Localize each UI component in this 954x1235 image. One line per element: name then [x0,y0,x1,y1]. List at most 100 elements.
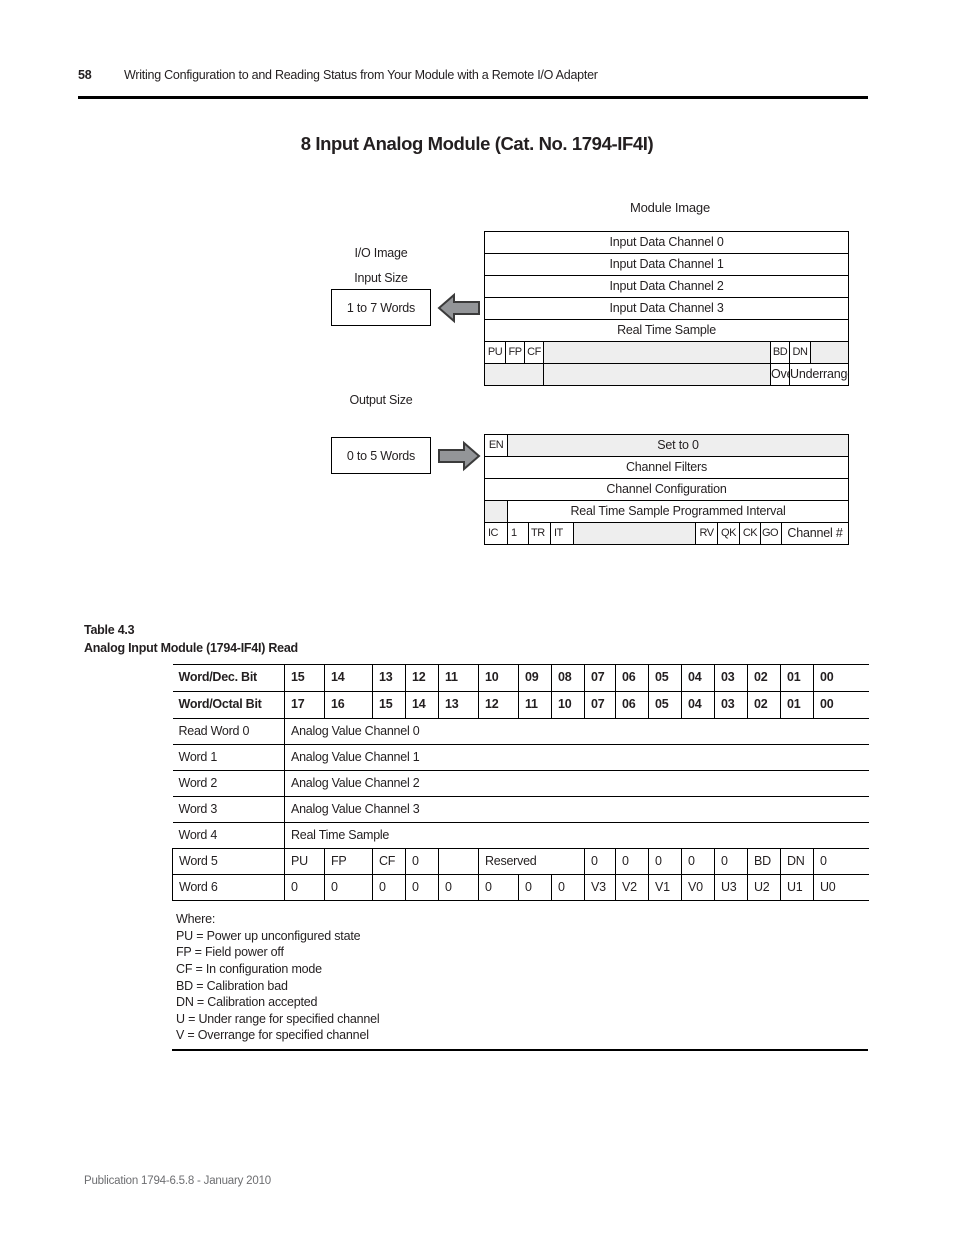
word6-cell: 0 [405,874,439,901]
table-header-dec-row: Word/Dec. Bit 15 14 13 12 11 10 09 08 07… [172,664,869,692]
table-caption-line1: Table 4.3 [84,623,135,637]
output-bit-reserved [573,522,696,545]
table-row: Word 4 Real Time Sample [172,822,869,849]
header-divider [78,96,868,99]
output-bit-one: 1 [507,522,529,545]
output-rts-interval: Real Time Sample Programmed Interval [506,500,850,523]
word6-cell: 0 [518,874,552,901]
header-octal-bit: 11 [518,691,552,719]
header-dec-bit: 10 [478,664,519,692]
word6-cell: U1 [780,874,814,901]
table-row: Channel Configuration [483,478,850,501]
table-row-word5: Word 5 PU FP CF 0 Reserved 0 0 0 0 0 BD … [172,848,869,875]
table-row: Input Data Channel 0 [483,231,850,254]
output-size-label: Output Size [349,393,413,407]
output-bit-en: EN [484,434,508,457]
row-word-label: Word 6 [172,874,285,901]
overrange-cell: Overrange [770,363,790,386]
input-data-channel-1: Input Data Channel 1 [483,253,850,276]
page-title: 8 Input Analog Module (Cat. No. 1794-IF4… [300,133,654,154]
table-caption: Table 4.3 Analog Input Module (1794-IF4I… [84,622,298,658]
table-row: IC 1 TR IT RV QK CK GO Channel # [484,522,850,545]
word6-cell: 0 [478,874,519,901]
word5-cell: PU [284,848,325,875]
word6-cell: U0 [813,874,869,901]
table-row: Real Time Sample [483,319,850,342]
word5-cell: FP [324,848,373,875]
header-dec-bit: 08 [551,664,585,692]
output-size-value: 0 to 5 Words [346,448,416,463]
word6-cell: 0 [372,874,406,901]
word6-cell: 0 [551,874,585,901]
input-real-time-sample: Real Time Sample [483,319,850,342]
header-dec-bit: 05 [648,664,682,692]
word5-cell: BD [747,848,781,875]
word5-cell: 0 [405,848,439,875]
word6-cell: 0 [284,874,325,901]
header-dec-bit: 06 [615,664,649,692]
header-dec-bit: 09 [518,664,552,692]
header-dec-bit: 15 [284,664,325,692]
output-bit-qk: QK [717,522,740,545]
arrow-right-icon [438,440,481,472]
word5-cell: 0 [714,848,748,875]
output-module-image-table: EN Set to 0 Channel Filters Channel Conf… [483,434,850,545]
word5-cell: 0 [681,848,715,875]
word5-cell: 0 [615,848,649,875]
word6-cell: V1 [648,874,682,901]
output-bit-tr: TR [528,522,551,545]
row-word-value: Analog Value Channel 0 [284,718,869,745]
table-row: Word 1 Analog Value Channel 1 [172,744,869,771]
header-octal-bit: 15 [372,691,406,719]
word5-reserved-cell: Reserved [478,848,585,875]
table-header-octal-row: Word/Octal Bit 17 16 15 14 13 12 11 10 0… [172,691,869,719]
row-word-value: Analog Value Channel 3 [284,796,869,823]
input-size-value: 1 to 7 Words [346,300,416,315]
table-bottom-rule [172,1049,868,1051]
row-word-label: Word 5 [172,848,285,875]
input-size-box: 1 to 7 Words [331,289,431,326]
output-channel-number: Channel # [780,522,850,545]
io-image-label: I/O Image [354,246,408,260]
input-data-channel-2: Input Data Channel 2 [483,275,850,298]
table-row: Word 2 Analog Value Channel 2 [172,770,869,797]
header-dec-bit: 13 [372,664,406,692]
word5-cell: CF [372,848,406,875]
header-octal-bit: 07 [584,691,616,719]
output-channel-filters: Channel Filters [483,456,850,479]
row-word-value: Analog Value Channel 1 [284,744,869,771]
table-row: PU FP CF BD DN [484,341,850,364]
word6-cell: V0 [681,874,715,901]
word6-cell: 0 [324,874,373,901]
status-bit-fp: FP [505,341,525,364]
table-row: Input Data Channel 1 [483,253,850,276]
table-row: Overrange Underrange [484,363,850,386]
output-bit-it: IT [550,522,574,545]
table-row: Input Data Channel 3 [483,297,850,320]
table-row: Input Data Channel 2 [483,275,850,298]
output-bit-ck: CK [739,522,761,545]
output-set-to-0: Set to 0 [506,434,850,457]
status-bit-bd: BD [770,341,790,364]
status-bit-pu: PU [484,341,506,364]
header-octal-bit: 17 [284,691,325,719]
header-octal-bit: 13 [438,691,479,719]
table-row: Channel Filters [483,456,850,479]
table-row: Read Word 0 Analog Value Channel 0 [172,718,869,745]
header-dec-bit: 01 [780,664,814,692]
table-row-word6: Word 6 0 0 0 0 0 0 0 0 V3 V2 V1 V0 U3 U2… [172,874,869,901]
header-octal-bit: 03 [714,691,748,719]
header-octal-bit: 16 [324,691,373,719]
running-header: 58 Writing Configuration to and Reading … [78,68,868,82]
word5-cell [438,848,479,875]
module-image-label: Module Image [630,200,710,215]
underrange-cell: Underrange [788,363,850,386]
output-channel-configuration: Channel Configuration [483,478,850,501]
word5-cell: 0 [813,848,869,875]
range-blank-cell-mid [543,363,771,386]
header-dec-bit: 03 [714,664,748,692]
word6-cell: U3 [714,874,748,901]
word5-cell: DN [780,848,814,875]
word6-cell: 0 [438,874,479,901]
header-octal-bit: 06 [615,691,649,719]
